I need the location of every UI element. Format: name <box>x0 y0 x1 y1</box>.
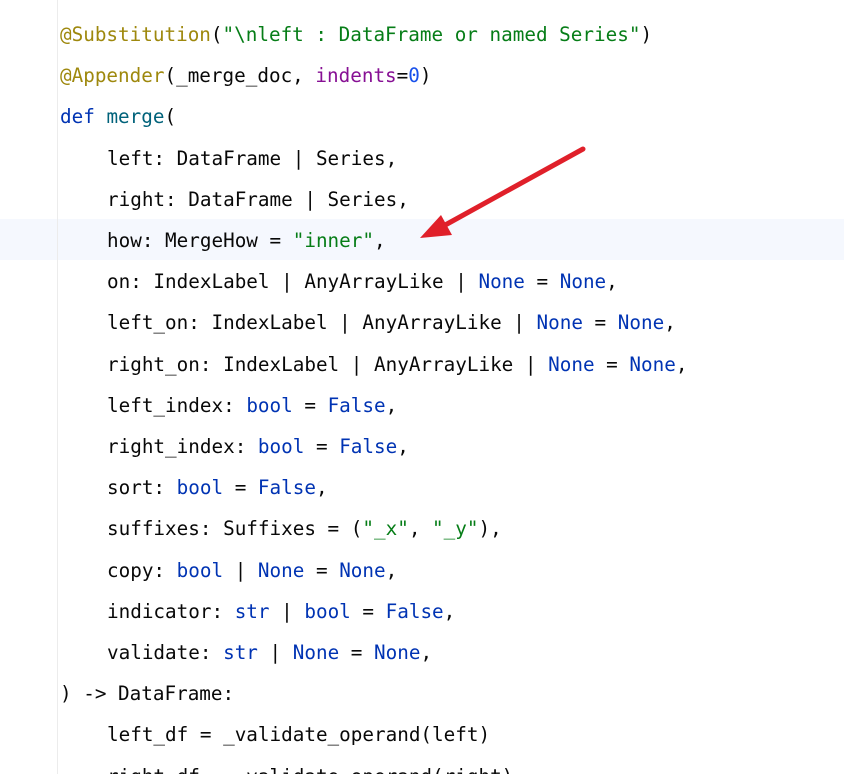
code-token: right_on: IndexLabel | AnyArrayLike | <box>107 352 549 376</box>
code-token: validate: <box>107 641 224 664</box>
code-token: , <box>664 311 676 335</box>
code-token: None <box>617 311 665 335</box>
code-token: , <box>675 352 688 376</box>
code-token: on: IndexLabel | AnyArrayLike | <box>107 270 479 294</box>
code-token: ( <box>164 105 177 129</box>
code-token: , <box>374 229 386 252</box>
code-token: , <box>397 435 409 458</box>
code-line[interactable]: right_index: bool = False, <box>60 426 409 467</box>
code-token: | <box>223 558 258 582</box>
code-line[interactable]: right_df = _validate_operand(right) <box>60 756 513 774</box>
code-token: False <box>385 599 444 623</box>
code-token: left: DataFrame | Series, <box>107 146 398 170</box>
code-editor[interactable]: @Substitution("\nleft : DataFrame or nam… <box>0 0 844 774</box>
code-line[interactable]: @Appender(_merge_doc, indents=0) <box>60 55 432 96</box>
code-line[interactable]: ) -> DataFrame: <box>60 673 234 714</box>
code-line[interactable]: left: DataFrame | Series, <box>60 138 397 179</box>
code-token: ) <box>640 23 653 46</box>
code-token: @Substitution <box>60 23 211 46</box>
code-token: left_on: IndexLabel | AnyArrayLike | <box>107 311 537 335</box>
code-token: , <box>408 517 433 541</box>
code-token: def <box>60 105 107 129</box>
code-line[interactable]: indicator: str | bool = False, <box>60 591 455 632</box>
code-token: None <box>478 270 525 294</box>
code-token: = <box>339 641 375 664</box>
code-token: | <box>257 641 293 664</box>
code-line[interactable]: right_on: IndexLabel | AnyArrayLike | No… <box>60 344 687 385</box>
code-line[interactable]: copy: bool | None = None, <box>60 550 397 591</box>
code-token: None <box>257 558 305 582</box>
code-token: = <box>594 352 630 376</box>
code-token: sort: <box>107 476 177 500</box>
code-token: = <box>396 64 409 88</box>
indent-guide <box>57 0 58 774</box>
code-token: left_df = _validate_operand(left) <box>107 723 491 747</box>
code-line[interactable]: right: DataFrame | Series, <box>60 179 409 220</box>
code-token: ), <box>478 517 502 541</box>
code-token: "_y" <box>432 517 479 541</box>
code-token: , <box>315 476 328 500</box>
code-token: None <box>559 270 607 294</box>
code-token: bool <box>176 558 224 582</box>
code-token: False <box>327 393 386 417</box>
code-token: "inner" <box>292 229 374 252</box>
code-token: right_index: <box>107 435 258 458</box>
code-token: @Appender <box>60 64 165 88</box>
code-token: None <box>536 311 583 335</box>
code-line[interactable]: left_df = _validate_operand(left) <box>60 714 490 755</box>
code-line[interactable]: on: IndexLabel | AnyArrayLike | None = N… <box>60 261 618 302</box>
code-token: = <box>524 270 560 294</box>
code-line[interactable]: suffixes: Suffixes = ("_x", "_y"), <box>60 508 502 549</box>
code-line[interactable]: how: MergeHow = "inner", <box>60 220 386 261</box>
code-token: False <box>257 476 316 500</box>
code-token: None <box>292 641 340 664</box>
code-token: copy: <box>107 558 177 582</box>
code-token: , <box>606 270 618 294</box>
code-token: False <box>339 435 398 458</box>
code-token: = <box>292 393 328 417</box>
code-token: = <box>304 558 340 582</box>
code-token: "\nleft : DataFrame or named Series" <box>222 23 641 46</box>
code-token: 0 <box>408 64 420 88</box>
code-token: (_merge_doc, <box>164 64 316 88</box>
code-token: str <box>234 599 270 623</box>
code-line[interactable]: @Substitution("\nleft : DataFrame or nam… <box>60 14 652 55</box>
code-token: , <box>420 641 433 664</box>
code-token: None <box>629 352 676 376</box>
code-token: = <box>304 435 340 458</box>
arrow-shaft <box>435 146 586 232</box>
code-token: bool <box>304 599 351 623</box>
code-line[interactable]: def merge( <box>60 96 176 137</box>
code-token: | <box>269 599 305 623</box>
code-token: None <box>374 641 421 664</box>
code-token: str <box>223 641 258 664</box>
code-token: right_df = _validate_operand(right) <box>107 765 513 774</box>
code-token: merge <box>106 105 165 129</box>
code-token: indents <box>315 64 397 88</box>
code-token: None <box>548 352 595 376</box>
code-token: how: MergeHow = <box>107 229 293 252</box>
code-token: bool <box>246 393 293 417</box>
code-token: indicator: <box>107 599 235 623</box>
code-token: suffixes: Suffixes = ( <box>107 517 363 541</box>
code-token: bool <box>176 476 224 500</box>
code-token: = <box>223 476 258 500</box>
code-line[interactable]: left_on: IndexLabel | AnyArrayLike | Non… <box>60 302 676 343</box>
code-token: , <box>385 393 398 417</box>
code-token: right: DataFrame | Series, <box>107 187 409 211</box>
code-token: = <box>582 311 618 335</box>
code-token: ( <box>210 23 223 46</box>
code-token: , <box>385 558 398 582</box>
code-token: None <box>339 558 386 582</box>
code-line[interactable]: sort: bool = False, <box>60 467 328 508</box>
code-token: left_index: <box>107 393 247 417</box>
code-token: ) -> DataFrame: <box>60 682 235 706</box>
code-line[interactable]: validate: str | None = None, <box>60 632 432 673</box>
code-line[interactable]: left_index: bool = False, <box>60 385 397 426</box>
code-token: "_x" <box>362 517 409 541</box>
code-token: bool <box>257 435 305 458</box>
code-token: , <box>443 599 456 623</box>
code-token: = <box>350 599 386 623</box>
code-token: ) <box>419 64 432 88</box>
